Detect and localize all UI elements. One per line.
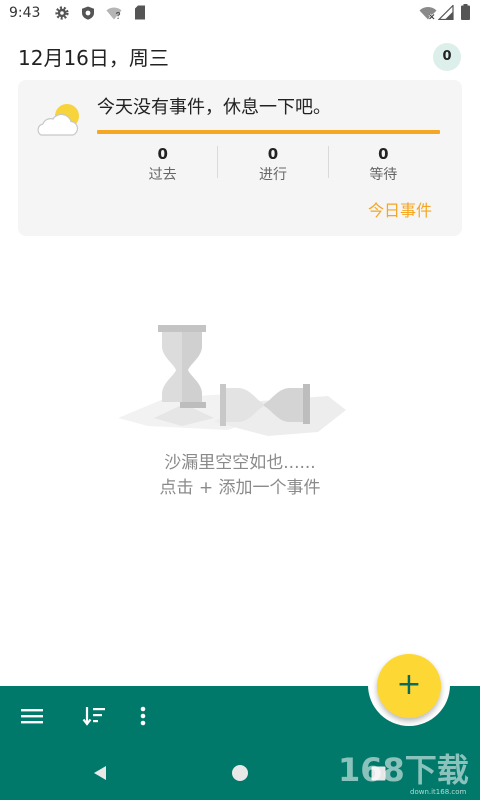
- back-icon[interactable]: [91, 764, 109, 782]
- sort-icon[interactable]: [82, 706, 106, 726]
- shield-icon: [81, 6, 95, 20]
- event-count-badge[interactable]: 0: [433, 43, 461, 71]
- empty-state-title: 沙漏里空空如也......: [164, 453, 316, 473]
- summary-message: 今天没有事件，休息一下吧。: [97, 97, 331, 118]
- stat-past: 0 过去: [108, 145, 217, 183]
- page-title-date: 12月16日，周三: [18, 46, 169, 70]
- wifi-off-icon: [419, 6, 437, 20]
- battery-icon: [461, 4, 470, 20]
- partly-sunny-icon: [33, 102, 83, 138]
- menu-icon[interactable]: [21, 708, 43, 724]
- add-event-button[interactable]: +: [377, 654, 441, 718]
- stat-label: 等待: [369, 167, 398, 183]
- stat-value: 0: [267, 145, 279, 163]
- cell-signal-icon: [438, 5, 454, 20]
- hourglass-illustration: [118, 322, 358, 442]
- empty-state-hint: 点击 + 添加一个事件: [159, 478, 321, 498]
- wifi-question-icon: [106, 6, 122, 20]
- stat-label: 过去: [148, 167, 177, 183]
- stat-value: 0: [157, 145, 168, 163]
- stat-ongoing: 0 进行: [217, 145, 327, 183]
- watermark-brand: 168下载: [338, 751, 469, 789]
- today-summary-card: 今天没有事件，休息一下吧。 0 过去 0 进行 0 等待 今日事件: [18, 80, 462, 236]
- more-vert-icon[interactable]: [140, 706, 146, 726]
- event-stats: 0 过去 0 进行 0 等待: [108, 145, 438, 183]
- app-screen: 9:43 12月16日，周三 0 今天没有事件，休息一下吧。 0 过去 0 进行…: [0, 0, 480, 800]
- stat-pending: 0 等待: [327, 145, 438, 183]
- stat-label: 进行: [258, 167, 287, 183]
- home-icon[interactable]: [231, 764, 249, 782]
- status-bar: 9:43: [0, 0, 480, 26]
- watermark-domain: down.it168.com: [410, 788, 467, 796]
- status-time: 9:43: [9, 5, 41, 21]
- summary-accent-bar: [97, 130, 440, 134]
- stat-value: 0: [378, 145, 389, 163]
- gear-icon: [55, 6, 69, 20]
- sd-card-icon: [134, 5, 146, 20]
- today-events-link[interactable]: 今日事件: [368, 201, 432, 221]
